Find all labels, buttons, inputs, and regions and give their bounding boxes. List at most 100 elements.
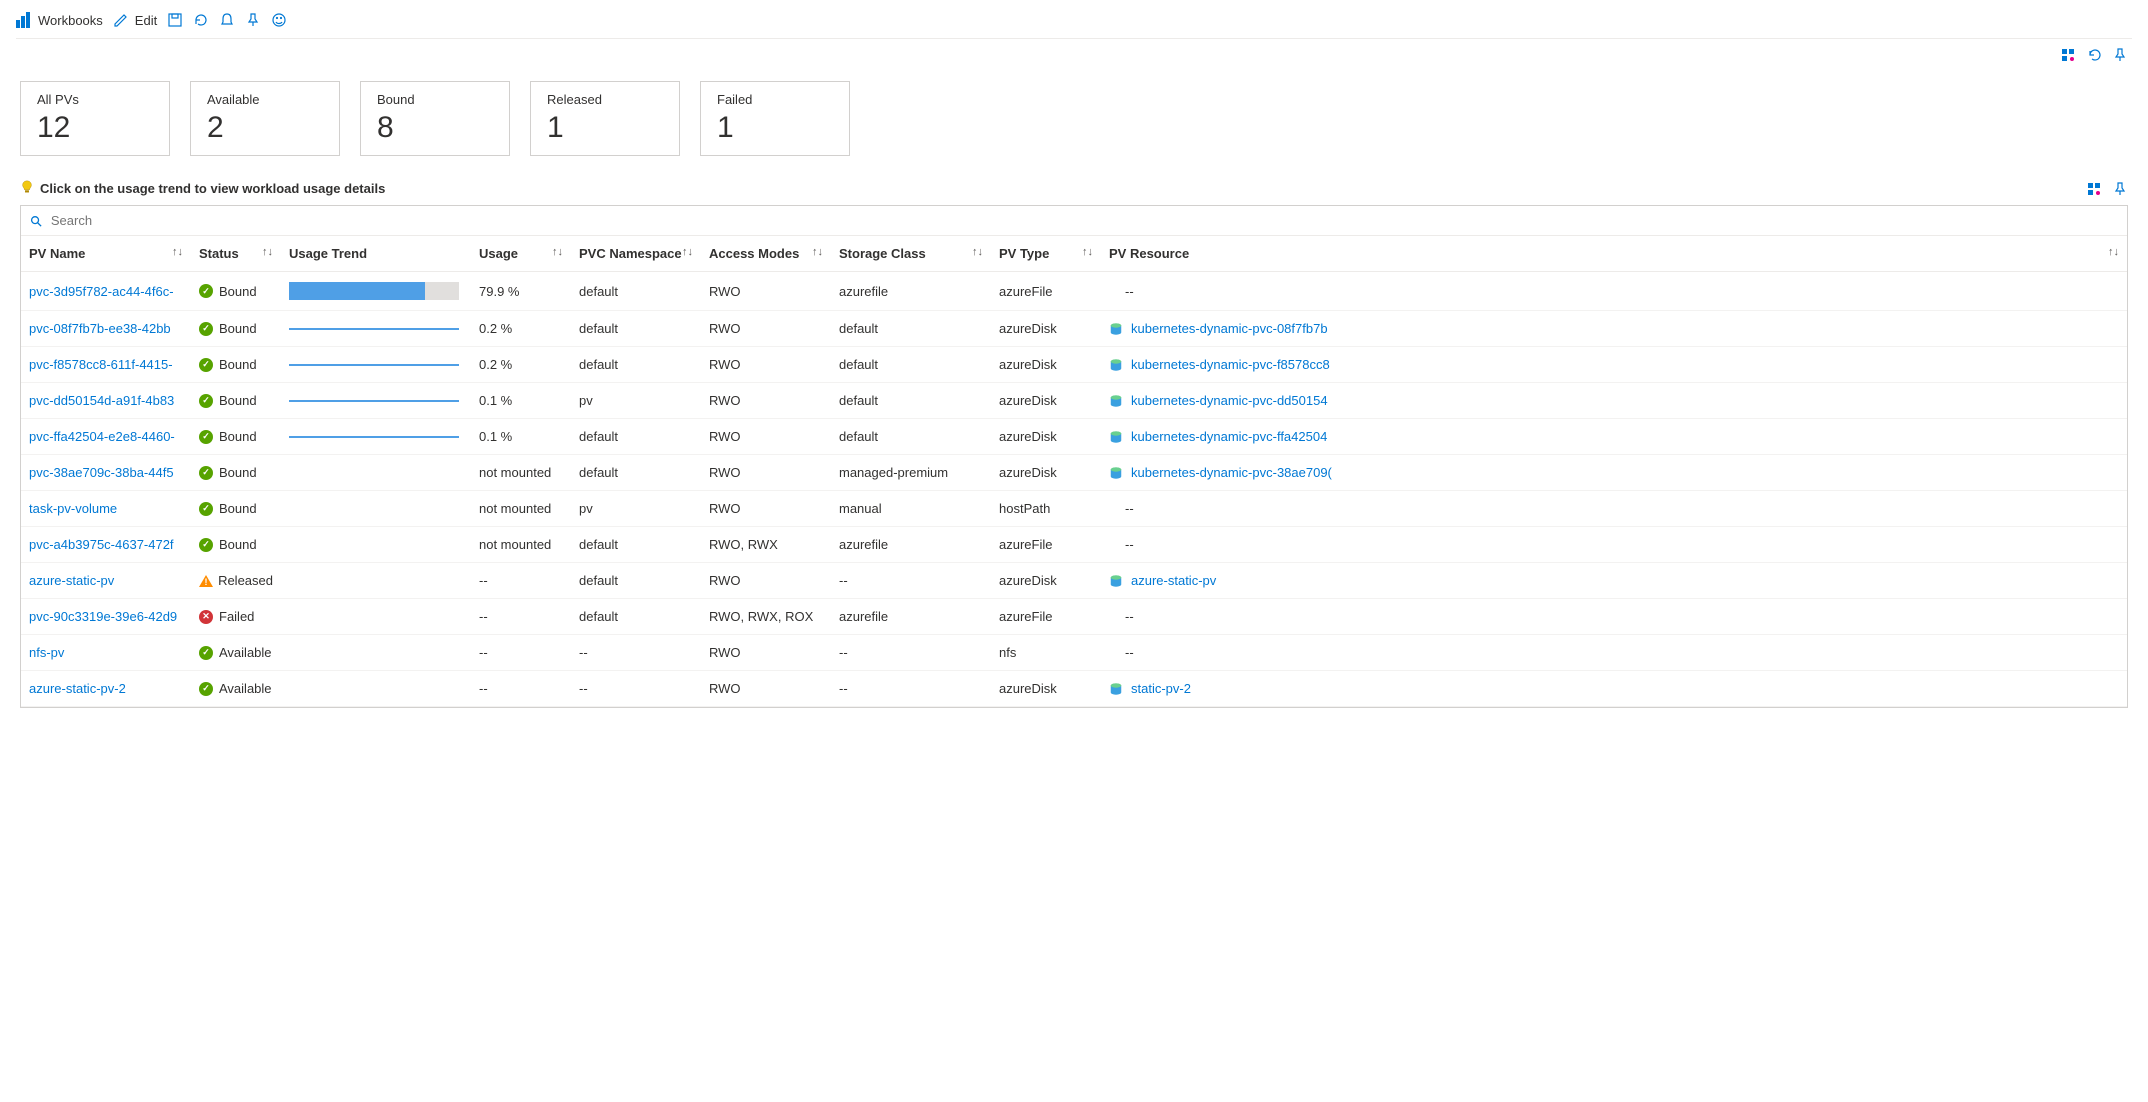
pv-name-link[interactable]: pvc-ffa42504-e2e8-4460- (29, 429, 175, 444)
pvc-namespace-value: pv (571, 491, 701, 527)
access-modes-value: RWO (701, 491, 831, 527)
card-failed[interactable]: Failed 1 (700, 81, 850, 156)
pv-resource-link[interactable]: kubernetes-dynamic-pvc-dd50154 (1131, 393, 1328, 408)
pv-resource-link[interactable]: kubernetes-dynamic-pvc-08f7fb7b (1131, 321, 1328, 336)
pvc-namespace-value: default (571, 347, 701, 383)
pv-name-link[interactable]: pvc-3d95f782-ac44-4f6c- (29, 284, 174, 299)
usage-trend-bar[interactable] (289, 328, 459, 330)
pv-resource-value: -- (1109, 609, 1134, 624)
warning-triangle-icon (199, 574, 212, 588)
usage-trend-bar[interactable] (289, 400, 459, 402)
pv-name-link[interactable]: pvc-38ae709c-38ba-44f5 (29, 465, 174, 480)
table-row: pvc-08f7fb7b-ee38-42bb✓Bound0.2 %default… (21, 311, 2127, 347)
card-value: 1 (717, 111, 833, 145)
status-cell: ✓Bound (199, 357, 273, 372)
bell-icon[interactable] (219, 12, 235, 28)
pv-resource-value: -- (1109, 501, 1134, 516)
pv-resource-link[interactable]: static-pv-2 (1131, 681, 1191, 696)
table-row: pvc-90c3319e-39e6-42d9✕Failed--defaultRW… (21, 599, 2127, 635)
col-usage[interactable]: Usage↑↓ (471, 236, 571, 272)
status-cell: ✓Bound (199, 429, 273, 444)
usage-trend-bar[interactable] (289, 364, 459, 366)
error-circle-icon: ✕ (199, 610, 213, 624)
pv-name-link[interactable]: pvc-08f7fb7b-ee38-42bb (29, 321, 171, 336)
access-modes-value: RWO (701, 272, 831, 311)
usage-value: 0.2 % (471, 347, 571, 383)
pv-resource-link[interactable]: kubernetes-dynamic-pvc-f8578cc8 (1131, 357, 1330, 372)
category-icon[interactable] (2060, 47, 2076, 63)
card-released[interactable]: Released 1 (530, 81, 680, 156)
usage-value: -- (471, 635, 571, 671)
status-label: Failed (219, 609, 254, 624)
undo-icon[interactable] (2086, 47, 2102, 63)
access-modes-value: RWO, RWX (701, 527, 831, 563)
status-cell: ✓Bound (199, 501, 273, 516)
category-icon[interactable] (2086, 181, 2102, 197)
storage-class-value: azurefile (831, 599, 991, 635)
col-pv-resource[interactable]: PV Resource↑↓ (1101, 236, 2127, 272)
usage-trend-bar[interactable] (289, 282, 459, 300)
workbooks-button[interactable]: Workbooks (16, 12, 103, 28)
pv-type-value: azureDisk (991, 383, 1101, 419)
usage-value: 0.1 % (471, 419, 571, 455)
pv-name-link[interactable]: pvc-90c3319e-39e6-42d9 (29, 609, 177, 624)
status-cell: ✓Bound (199, 393, 273, 408)
pv-name-link[interactable]: nfs-pv (29, 645, 64, 660)
hint-text: Click on the usage trend to view workloa… (20, 180, 385, 197)
pv-resource-link[interactable]: kubernetes-dynamic-pvc-ffa42504 (1131, 429, 1327, 444)
col-storage-class[interactable]: Storage Class↑↓ (831, 236, 991, 272)
card-value: 12 (37, 111, 153, 145)
smiley-icon[interactable] (271, 12, 287, 28)
disk-icon (1109, 322, 1123, 336)
disk-icon (1109, 430, 1123, 444)
pin-icon[interactable] (2112, 181, 2128, 197)
check-circle-icon: ✓ (199, 358, 213, 372)
edit-button[interactable]: Edit (113, 12, 157, 28)
card-bound[interactable]: Bound 8 (360, 81, 510, 156)
pv-resource-link[interactable]: azure-static-pv (1131, 573, 1216, 588)
pv-name-link[interactable]: azure-static-pv (29, 573, 114, 588)
pvc-namespace-value: default (571, 455, 701, 491)
pvc-namespace-value: pv (571, 383, 701, 419)
search-row[interactable] (21, 206, 2127, 236)
pv-name-link[interactable]: pvc-f8578cc8-611f-4415- (29, 357, 173, 372)
disk-icon (1109, 574, 1123, 588)
card-label: Failed (717, 92, 833, 107)
status-cell: ✓Bound (199, 537, 273, 552)
pv-name-link[interactable]: pvc-a4b3975c-4637-472f (29, 537, 174, 552)
card-label: All PVs (37, 92, 153, 107)
storage-class-value: -- (831, 635, 991, 671)
table-row: azure-static-pvReleased--defaultRWO--azu… (21, 563, 2127, 599)
col-pvc-namespace[interactable]: PVC Namespace↑↓ (571, 236, 701, 272)
storage-class-value: -- (831, 671, 991, 707)
table-row: pvc-38ae709c-38ba-44f5✓Boundnot mountedd… (21, 455, 2127, 491)
col-usage-trend[interactable]: Usage Trend (281, 236, 471, 272)
usage-value: not mounted (471, 491, 571, 527)
pv-name-link[interactable]: task-pv-volume (29, 501, 117, 516)
search-input[interactable] (49, 212, 2119, 229)
summary-cards: All PVs 12 Available 2 Bound 8 Released … (16, 71, 2132, 180)
pv-resource-link[interactable]: kubernetes-dynamic-pvc-38ae709( (1131, 465, 1332, 480)
card-available[interactable]: Available 2 (190, 81, 340, 156)
col-status[interactable]: Status↑↓ (191, 236, 281, 272)
col-access-modes[interactable]: Access Modes↑↓ (701, 236, 831, 272)
status-cell: ✓Available (199, 645, 273, 660)
pvc-namespace-value: default (571, 527, 701, 563)
usage-value: not mounted (471, 455, 571, 491)
col-pv-name[interactable]: PV Name↑↓ (21, 236, 191, 272)
refresh-icon[interactable] (193, 12, 209, 28)
card-all-pvs[interactable]: All PVs 12 (20, 81, 170, 156)
col-pv-type[interactable]: PV Type↑↓ (991, 236, 1101, 272)
usage-trend-bar[interactable] (289, 436, 459, 438)
pin-icon[interactable] (2112, 47, 2128, 63)
check-circle-icon: ✓ (199, 682, 213, 696)
pv-type-value: hostPath (991, 491, 1101, 527)
access-modes-value: RWO (701, 419, 831, 455)
pv-name-link[interactable]: azure-static-pv-2 (29, 681, 126, 696)
pin-icon[interactable] (245, 12, 261, 28)
pv-name-link[interactable]: pvc-dd50154d-a91f-4b83 (29, 393, 174, 408)
table-row: pvc-dd50154d-a91f-4b83✓Bound0.1 %pvRWOde… (21, 383, 2127, 419)
save-icon[interactable] (167, 12, 183, 28)
table-row: pvc-3d95f782-ac44-4f6c-✓Bound79.9 %defau… (21, 272, 2127, 311)
status-label: Bound (219, 465, 257, 480)
